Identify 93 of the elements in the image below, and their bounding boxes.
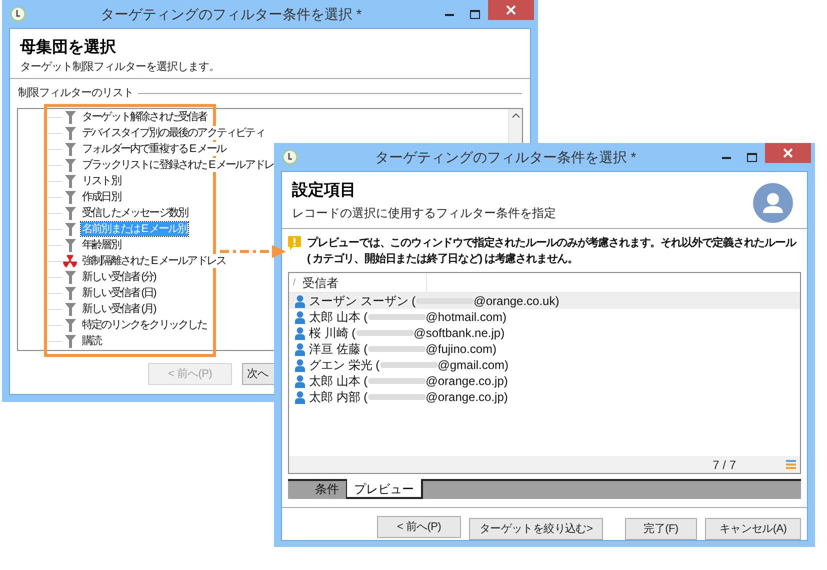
filter-item[interactable]: デバイスタイプ別の最後のアクティビティ	[81, 126, 266, 140]
recipient-name: 太郎 内部 (	[309, 389, 368, 406]
recipient-name: グエン 栄光 (	[309, 357, 380, 374]
recipient-name: 洋亘 佐藤 (	[309, 341, 368, 358]
tab[interactable]: プレビュー	[346, 479, 423, 499]
person-icon	[295, 342, 305, 356]
blurred-text	[368, 344, 426, 354]
recipient-domain: @softbank.ne.jp)	[414, 325, 505, 342]
filter-item[interactable]: 強制隔離された E メールアドレス	[81, 254, 227, 268]
person-icon	[295, 294, 305, 308]
close-icon	[506, 5, 516, 15]
funnel-icon	[64, 222, 76, 236]
window-title: ターゲティングのフィルター条件を選択 *	[374, 148, 638, 166]
funnel-icon	[64, 238, 76, 252]
app-icon	[10, 6, 26, 22]
page-subtitle: レコードの選択に使用するフィルター条件を指定	[292, 205, 557, 222]
app-icon	[282, 149, 298, 165]
recipient-domain: @orange.co.jp)	[426, 389, 508, 406]
person-icon	[295, 390, 305, 404]
blurred-text	[368, 312, 426, 322]
table-row[interactable]: 洋亘 佐藤 ( @fujino.com)	[289, 341, 800, 357]
recipient-domain: @gmail.com)	[438, 357, 509, 374]
page-heading: 設定項目	[292, 181, 357, 201]
filter-item[interactable]: 購読	[81, 334, 102, 348]
funnel-icon	[64, 126, 76, 140]
funnel-icon	[64, 190, 76, 204]
maximize-icon	[747, 152, 757, 162]
filter-item[interactable]: フォルダー内で重複する E メール	[81, 142, 227, 156]
person-icon	[295, 326, 305, 340]
filter-item[interactable]: 受信したメッセージ数別	[81, 206, 189, 220]
minimize-icon	[722, 156, 730, 158]
close-button[interactable]	[488, 0, 534, 20]
recipient-domain: @orange.co.jp)	[426, 373, 508, 390]
filter-item[interactable]: ターゲット解除された受信者	[81, 110, 208, 124]
blurred-text	[356, 328, 414, 338]
dialog-button[interactable]: 完了(F)	[625, 518, 697, 540]
funnel-icon	[64, 206, 76, 220]
maximize-icon	[470, 10, 480, 18]
window-title: ターゲティングのフィルター条件を選択 *	[99, 4, 363, 24]
table-row[interactable]: グエン 栄光 ( @gmail.com)	[289, 357, 800, 373]
filter-item[interactable]: 作成日別	[81, 190, 122, 204]
scroll-up-icon	[512, 113, 520, 118]
funnel-icon	[64, 334, 76, 348]
filter-item[interactable]: 新しい受信者 (日)	[81, 286, 156, 300]
recipient-domain: @orange.co.uk)	[474, 293, 560, 310]
person-icon	[295, 374, 305, 388]
filter-item[interactable]: 新しい受信者 (分)	[81, 270, 156, 284]
filter-item[interactable]: 特定のリンクをクリックした	[81, 318, 208, 332]
page-heading: 母集団を選択	[20, 38, 117, 58]
record-count: 7 / 7	[712, 456, 736, 474]
funnel-icon	[64, 110, 76, 124]
funnel-icon	[64, 318, 76, 332]
radiation-icon	[63, 254, 77, 268]
funnel-icon	[64, 270, 76, 284]
warning-message: プレビューでは、このウィンドウで指定されたルールのみが考慮されます。それ以外で定義されたルール ( カテゴリ、開始日または終了日など) は考慮されません。	[307, 236, 798, 267]
avatar-icon	[753, 183, 793, 223]
person-icon	[295, 358, 305, 372]
funnel-icon	[64, 302, 76, 316]
funnel-icon	[64, 174, 76, 188]
funnel-icon	[64, 158, 76, 172]
close-icon	[783, 148, 793, 158]
table-row[interactable]: 太郎 内部 ( @orange.co.jp)	[289, 389, 800, 405]
blurred-text	[368, 376, 426, 386]
dialog-button[interactable]: キャンセル(A)	[705, 518, 801, 540]
sort-mark: /	[293, 276, 296, 289]
close-button[interactable]	[765, 143, 811, 163]
warning-icon	[288, 236, 301, 250]
blurred-text	[380, 360, 438, 370]
dashed-arrow	[220, 244, 286, 259]
recipient-domain: @hotmail.com)	[426, 309, 507, 326]
group-label: 制限フィルターのリスト	[18, 86, 134, 100]
funnel-icon	[64, 286, 76, 300]
recipient-name: スーザン スーザン (	[309, 293, 416, 310]
table-row[interactable]: 太郎 山本 ( @hotmail.com)	[289, 309, 800, 325]
recipient-name: 桜 川崎 (	[309, 325, 356, 342]
column-header[interactable]: 受信者	[302, 274, 339, 292]
table-row[interactable]: スーザン スーザン ( @orange.co.uk)	[289, 293, 800, 309]
person-icon	[295, 310, 305, 324]
recipient-name: 太郎 山本 (	[309, 309, 368, 326]
recipient-domain: @fujino.com)	[426, 341, 497, 358]
filter-item[interactable]: 新しい受信者 (月)	[81, 302, 156, 316]
page-subtitle: ターゲット制限フィルターを選択します。	[20, 60, 220, 74]
table-row[interactable]: 太郎 山本 ( @orange.co.jp)	[289, 373, 800, 389]
tab[interactable]: 条件	[308, 481, 346, 499]
minimize-icon	[444, 12, 454, 16]
table-row[interactable]: 桜 川崎 ( @softbank.ne.jp)	[289, 325, 800, 341]
blurred-text	[368, 392, 426, 402]
filter-item[interactable]: 年齢層別	[81, 238, 122, 252]
dialog-button[interactable]: < 前へ(P)	[377, 516, 461, 538]
dialog-button[interactable]: ターゲットを絞り込む>	[469, 518, 603, 540]
recipient-name: 太郎 山本 (	[309, 373, 368, 390]
filter-item[interactable]: ブラックリストに登録された E メールアドレ	[81, 158, 275, 172]
funnel-icon	[64, 142, 76, 156]
